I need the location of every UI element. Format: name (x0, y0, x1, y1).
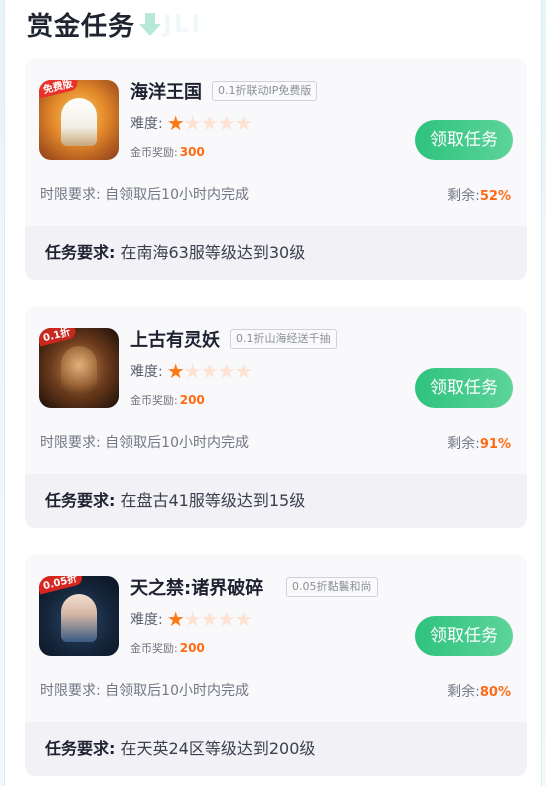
header-ghost-text: JLI (163, 10, 203, 38)
reward-value: 200 (179, 393, 205, 407)
difficulty-label: 难度: (130, 612, 163, 628)
difficulty-stars: ★ ★ ★ ★ ★ (166, 607, 253, 631)
remaining: 剩余:80% (447, 681, 511, 701)
star-icon: ★ (234, 111, 253, 135)
requirement-label: 任务要求: (45, 491, 116, 510)
star-icon: ★ (166, 111, 185, 135)
remaining-label: 剩余: (447, 188, 480, 204)
star-icon: ★ (217, 359, 236, 383)
remaining-value: 80% (479, 685, 511, 700)
game-tag: 0.05折黏鬟和尚 (286, 577, 378, 597)
page-title: 赏金任务 (27, 11, 136, 42)
game-name: 上古有灵妖 (130, 330, 220, 351)
remaining: 剩余:52% (447, 185, 511, 205)
coin-reward: 金币奖励: 200 (130, 392, 205, 408)
difficulty-stars: ★ ★ ★ ★ ★ (166, 359, 253, 383)
game-icon[interactable]: 0.05折 (39, 576, 119, 656)
star-icon: ★ (200, 607, 219, 631)
reward-label: 金币奖励: (130, 642, 178, 655)
star-icon: ★ (234, 359, 253, 383)
star-icon: ★ (166, 607, 185, 631)
reward-label: 金币奖励: (130, 394, 178, 407)
page-header: 赏金任务 JLI (27, 6, 202, 42)
task-panel: 赏金任务 JLI 免费版 海洋王国 0.1折联动IP免费版 难度: ★ ★ ★ … (4, 0, 542, 786)
task-card: 0.1折 上古有灵妖 0.1折山海经送千抽 难度: ★ ★ ★ ★ ★ 金币奖励… (25, 306, 527, 528)
time-limit: 时限要求: 自领取后10小时内完成 (40, 187, 249, 203)
difficulty-stars: ★ ★ ★ ★ ★ (166, 111, 253, 135)
game-name: 海洋王国 (130, 82, 202, 103)
header-decoration: JLI (139, 10, 202, 38)
star-icon: ★ (183, 607, 202, 631)
claim-task-button[interactable]: 领取任务 (415, 120, 513, 160)
difficulty-rating: 难度: ★ ★ ★ ★ ★ (130, 111, 253, 135)
requirement-label: 任务要求: (45, 739, 116, 758)
reward-value: 300 (179, 145, 205, 159)
time-limit: 时限要求: 自领取后10小时内完成 (40, 683, 249, 699)
game-artwork (61, 594, 97, 642)
game-name: 天之禁:诸界破碎 (130, 578, 264, 599)
game-icon[interactable]: 免费版 (39, 80, 119, 160)
star-icon: ★ (200, 111, 219, 135)
difficulty-rating: 难度: ★ ★ ★ ★ ★ (130, 359, 253, 383)
star-icon: ★ (200, 359, 219, 383)
coin-reward: 金币奖励: 300 (130, 144, 205, 160)
difficulty-rating: 难度: ★ ★ ★ ★ ★ (130, 607, 253, 631)
task-requirement: 任务要求: 在盘古41服等级达到15级 (25, 474, 527, 528)
star-icon: ★ (217, 111, 236, 135)
claim-task-button[interactable]: 领取任务 (415, 368, 513, 408)
task-requirement: 任务要求: 在天英24区等级达到200级 (25, 722, 527, 776)
requirement-text: 在南海63服等级达到30级 (120, 243, 306, 262)
game-icon[interactable]: 0.1折 (39, 328, 119, 408)
remaining-label: 剩余: (447, 436, 480, 452)
star-icon: ★ (183, 111, 202, 135)
task-card: 免费版 海洋王国 0.1折联动IP免费版 难度: ★ ★ ★ ★ ★ 金币奖励:… (25, 58, 527, 280)
remaining-value: 52% (479, 189, 511, 204)
reward-label: 金币奖励: (130, 146, 178, 159)
star-icon: ★ (234, 607, 253, 631)
remaining-value: 91% (479, 437, 511, 452)
requirement-label: 任务要求: (45, 243, 116, 262)
star-icon: ★ (166, 359, 185, 383)
icon-badge: 免费版 (39, 80, 79, 99)
down-arrow-icon (139, 11, 162, 37)
remaining: 剩余:91% (447, 433, 511, 453)
task-requirement: 任务要求: 在南海63服等级达到30级 (25, 226, 527, 280)
game-tag: 0.1折联动IP免费版 (212, 81, 318, 101)
difficulty-label: 难度: (130, 116, 163, 132)
game-tag: 0.1折山海经送千抽 (230, 329, 337, 349)
time-limit: 时限要求: 自领取后10小时内完成 (40, 435, 249, 451)
claim-task-button[interactable]: 领取任务 (415, 616, 513, 656)
requirement-text: 在盘古41服等级达到15级 (120, 491, 306, 510)
task-card: 0.05折 天之禁:诸界破碎 0.05折黏鬟和尚 难度: ★ ★ ★ ★ ★ 金… (25, 554, 527, 776)
coin-reward: 金币奖励: 200 (130, 640, 205, 656)
difficulty-label: 难度: (130, 364, 163, 380)
icon-badge: 0.1折 (39, 328, 77, 347)
icon-badge: 0.05折 (39, 576, 84, 595)
reward-value: 200 (179, 641, 205, 655)
remaining-label: 剩余: (447, 684, 480, 700)
star-icon: ★ (217, 607, 236, 631)
game-artwork (61, 98, 97, 146)
requirement-text: 在天英24区等级达到200级 (120, 739, 316, 758)
game-artwork (61, 346, 97, 394)
star-icon: ★ (183, 359, 202, 383)
